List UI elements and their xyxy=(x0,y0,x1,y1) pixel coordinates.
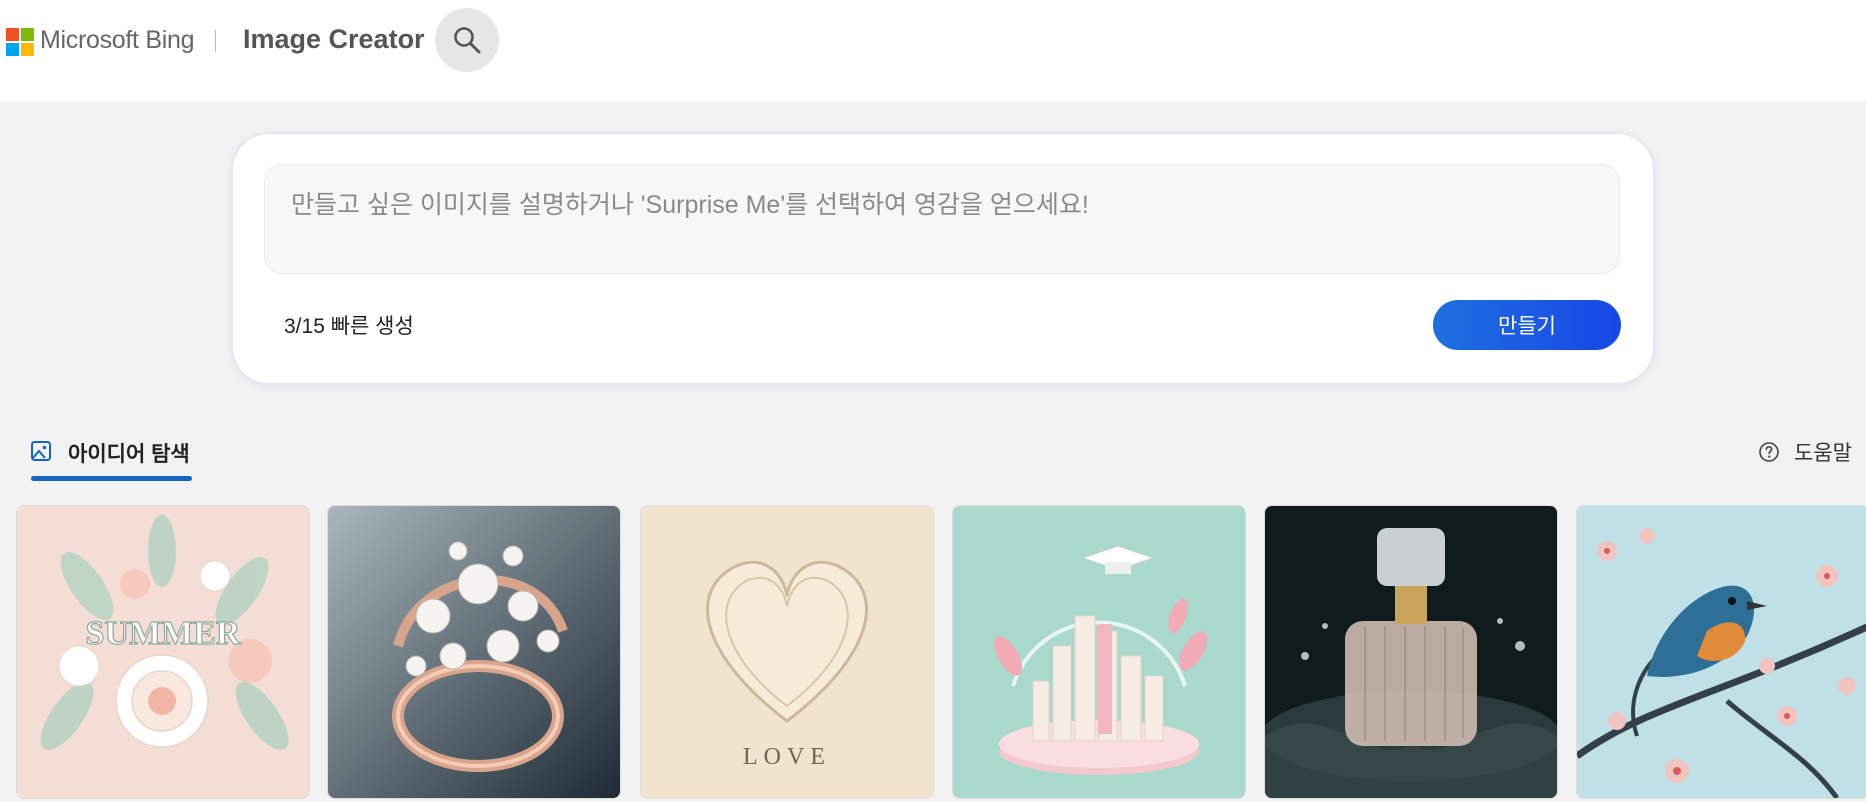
help-link[interactable]: 도움말 xyxy=(1758,437,1866,467)
prompt-card: 만들고 싶은 이미지를 설명하거나 'Surprise Me'를 선택하여 영감… xyxy=(233,134,1653,383)
prompt-input[interactable]: 만들고 싶은 이미지를 설명하거나 'Surprise Me'를 선택하여 영감… xyxy=(264,164,1620,274)
gallery-image-love: LOVE xyxy=(641,506,933,798)
top-header: Microsoft Bing Image Creator xyxy=(0,0,1866,102)
search-icon xyxy=(454,27,481,54)
gallery-card-perfume[interactable] xyxy=(1264,505,1558,799)
search-button[interactable] xyxy=(435,8,499,72)
boost-count: 3/15 빠른 생성 xyxy=(284,315,414,338)
gallery-card-ring[interactable] xyxy=(327,505,621,799)
gallery-card-summer[interactable]: SUMMER xyxy=(16,505,310,799)
brand-name[interactable]: Microsoft Bing xyxy=(40,26,194,55)
tab-explore-label: 아이디어 탐색 xyxy=(68,443,190,466)
gallery-image-summer: SUMMER xyxy=(17,506,309,798)
gallery-image-ring xyxy=(328,506,620,798)
tab-explore-ideas[interactable]: 아이디어 탐색 xyxy=(30,434,192,482)
gallery-image-bird xyxy=(1577,506,1866,798)
tab-active-indicator xyxy=(31,476,192,481)
header-divider xyxy=(215,30,216,52)
microsoft-logo-icon[interactable] xyxy=(6,28,34,56)
create-button[interactable]: 만들기 xyxy=(1433,300,1621,350)
idea-gallery: SUMMER LOVE xyxy=(0,505,1866,802)
help-circle-icon xyxy=(1759,442,1779,462)
gallery-image-perfume xyxy=(1265,506,1557,798)
image-icon xyxy=(31,441,51,461)
card-text-summer: SUMMER xyxy=(86,615,241,652)
gallery-card-bird[interactable] xyxy=(1576,505,1866,799)
prompt-placeholder: 만들고 싶은 이미지를 설명하거나 'Surprise Me'를 선택하여 영감… xyxy=(291,191,1089,219)
help-label: 도움말 xyxy=(1794,442,1852,465)
gallery-card-love[interactable]: LOVE xyxy=(640,505,934,799)
gallery-card-graduation[interactable] xyxy=(952,505,1246,799)
gallery-image-graduation xyxy=(953,506,1245,798)
app-title[interactable]: Image Creator xyxy=(243,24,425,55)
card-text-love: LOVE xyxy=(743,744,831,770)
